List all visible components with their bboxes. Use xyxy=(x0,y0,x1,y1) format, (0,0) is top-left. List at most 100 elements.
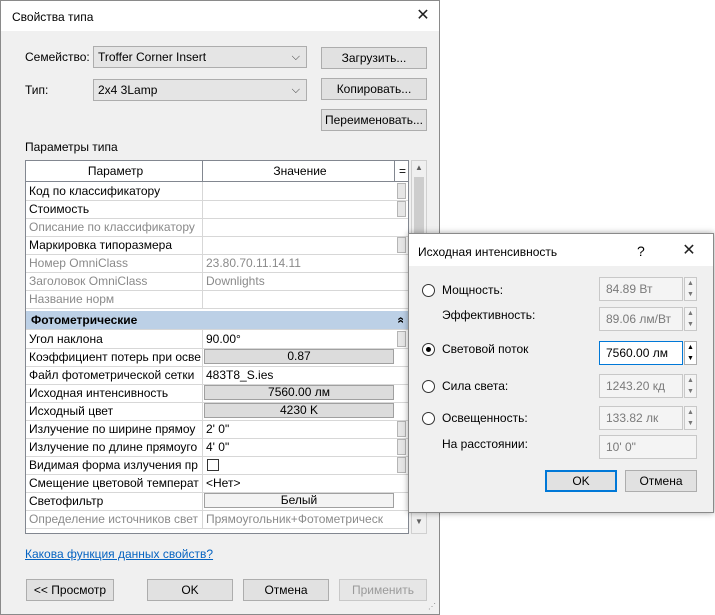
help-link[interactable]: Какова функция данных свойств? xyxy=(25,547,213,561)
illuminance-spinner[interactable]: ▲ ▼ xyxy=(684,406,697,430)
power-spinner[interactable]: ▲ ▼ xyxy=(684,277,697,301)
table-row: Угол наклона 90.00° xyxy=(26,330,408,349)
value-cell[interactable]: 483T8_S.ies xyxy=(203,366,395,384)
collapse-icon[interactable]: » xyxy=(391,312,408,328)
preview-button[interactable]: << Просмотр xyxy=(26,579,114,601)
arrow-down-icon[interactable]: ▼ xyxy=(685,353,696,364)
chevron-down-icon: ⌵ xyxy=(291,51,300,63)
intensity-cancel-button[interactable]: Отмена xyxy=(625,470,697,492)
intensity-ok-button[interactable]: OK xyxy=(545,470,617,492)
table-row: Излучение по ширине прямоу 2' 0" xyxy=(26,420,408,439)
intensity-title: Исходная интенсивность xyxy=(418,245,558,259)
value-cell xyxy=(203,290,395,308)
family-label: Семейство: xyxy=(25,50,90,64)
table-row: Светофильтр Белый xyxy=(26,492,408,511)
power-label: Мощность: xyxy=(442,283,504,297)
table-row: Исходный цвет 4230 K xyxy=(26,402,408,421)
table-row: Код по классификатору xyxy=(26,182,408,201)
arrow-down-icon[interactable]: ▼ xyxy=(685,386,696,397)
apply-button: Применить xyxy=(339,579,427,601)
close-icon[interactable]: ✕ xyxy=(677,241,701,261)
flux-spinner[interactable]: ▲ ▼ xyxy=(684,341,697,365)
arrow-up-icon[interactable]: ▲ xyxy=(685,407,696,418)
arrow-down-icon[interactable]: ▼ xyxy=(685,418,696,429)
value-cell: 23.80.70.11.14.11 xyxy=(206,256,301,270)
type-value: 2x4 3Lamp xyxy=(98,83,158,97)
header-eq[interactable]: = xyxy=(395,161,408,181)
luminous-field[interactable]: 1243.20 кд xyxy=(599,374,683,398)
ok-button[interactable]: OK xyxy=(147,579,233,601)
load-button[interactable]: Загрузить... xyxy=(321,47,427,69)
eq-cell[interactable] xyxy=(397,237,406,253)
value-cell: Downlights xyxy=(206,274,265,288)
scroll-down-icon[interactable]: ▼ xyxy=(412,517,426,526)
type-params-label: Параметры типа xyxy=(25,140,118,154)
illuminance-radio[interactable] xyxy=(422,412,435,425)
efficacy-field[interactable]: 89.06 лм/Вт xyxy=(599,307,683,331)
scroll-up-icon[interactable]: ▲ xyxy=(412,163,426,172)
family-value: Troffer Corner Insert xyxy=(98,50,207,64)
distance-field[interactable]: 10' 0" xyxy=(599,435,697,459)
dialog-title: Свойства типа xyxy=(12,10,94,24)
param-cell: Излучение по длине прямоуго xyxy=(26,438,203,456)
grid-header: Параметр Значение = xyxy=(26,161,408,182)
param-cell: Стоимость xyxy=(26,200,203,218)
eq-cell[interactable] xyxy=(397,201,406,217)
value-button[interactable]: 7560.00 лм xyxy=(204,385,394,400)
luminous-spinner[interactable]: ▲ ▼ xyxy=(684,374,697,398)
illuminance-field[interactable]: 133.82 лк xyxy=(599,406,683,430)
table-row: Описание по классификатору xyxy=(26,218,408,237)
resize-grip-icon[interactable]: ⋰ xyxy=(428,602,438,612)
intensity-dialog: Исходная интенсивность ? ✕ Мощность: 84.… xyxy=(408,233,714,513)
eq-cell[interactable] xyxy=(397,183,406,199)
power-field[interactable]: 84.89 Вт xyxy=(599,277,683,301)
flux-field[interactable]: 7560.00 лм xyxy=(599,341,683,365)
close-icon[interactable]: ✕ xyxy=(411,6,435,26)
header-value[interactable]: Значение xyxy=(203,161,395,181)
type-label: Тип: xyxy=(25,83,49,97)
value-button[interactable]: Белый xyxy=(204,493,394,508)
value-cell[interactable] xyxy=(203,182,395,200)
help-icon[interactable]: ? xyxy=(637,243,645,259)
copy-button[interactable]: Копировать... xyxy=(321,78,427,100)
efficacy-spinner[interactable]: ▲ ▼ xyxy=(684,307,697,331)
arrow-up-icon[interactable]: ▲ xyxy=(685,278,696,289)
table-row: Смещение цветовой температ <Нет> xyxy=(26,474,408,493)
table-row: Маркировка типоразмера xyxy=(26,236,408,255)
type-params-grid: Параметр Значение = Код по классификатор… xyxy=(25,160,409,534)
value-button[interactable]: 4230 K xyxy=(204,403,394,418)
eq-cell[interactable] xyxy=(397,439,406,455)
value-cell[interactable] xyxy=(203,200,395,218)
intensity-title-bar: Исходная интенсивность ? ✕ xyxy=(409,234,713,266)
value-button[interactable]: 0.87 xyxy=(204,349,394,364)
flux-radio[interactable] xyxy=(422,343,435,356)
arrow-up-icon[interactable]: ▲ xyxy=(685,342,696,353)
arrow-up-icon[interactable]: ▲ xyxy=(685,375,696,386)
eq-cell[interactable] xyxy=(397,421,406,437)
value-cell: Прямоугольник+Фотометрическ xyxy=(206,512,383,526)
value-cell[interactable]: <Нет> xyxy=(203,474,395,492)
group-photometric[interactable]: Фотометрические » xyxy=(26,311,408,330)
flux-label: Световой поток xyxy=(442,342,529,356)
visible-shape-checkbox[interactable] xyxy=(207,459,219,471)
arrow-up-icon[interactable]: ▲ xyxy=(685,308,696,319)
table-row: Видимая форма излучения пр xyxy=(26,456,408,475)
arrow-down-icon[interactable]: ▼ xyxy=(685,289,696,300)
family-combo[interactable]: Troffer Corner Insert ⌵ xyxy=(93,46,307,68)
power-radio[interactable] xyxy=(422,284,435,297)
rename-button[interactable]: Переименовать... xyxy=(321,109,427,131)
header-param[interactable]: Параметр xyxy=(26,161,203,181)
value-cell xyxy=(203,218,395,236)
luminous-radio[interactable] xyxy=(422,380,435,393)
value-cell[interactable]: 90.00° xyxy=(203,330,395,348)
value-cell[interactable]: 2' 0" xyxy=(203,420,395,438)
arrow-down-icon[interactable]: ▼ xyxy=(685,319,696,330)
value-cell[interactable]: 4' 0" xyxy=(203,438,395,456)
cancel-button[interactable]: Отмена xyxy=(243,579,329,601)
type-combo[interactable]: 2x4 3Lamp ⌵ xyxy=(93,79,307,101)
eq-cell[interactable] xyxy=(397,457,406,473)
param-cell: Исходный цвет xyxy=(26,402,203,420)
value-cell[interactable] xyxy=(203,236,395,254)
eq-cell[interactable] xyxy=(397,331,406,347)
table-row: Коэффициент потерь при осве 0.87 xyxy=(26,348,408,367)
